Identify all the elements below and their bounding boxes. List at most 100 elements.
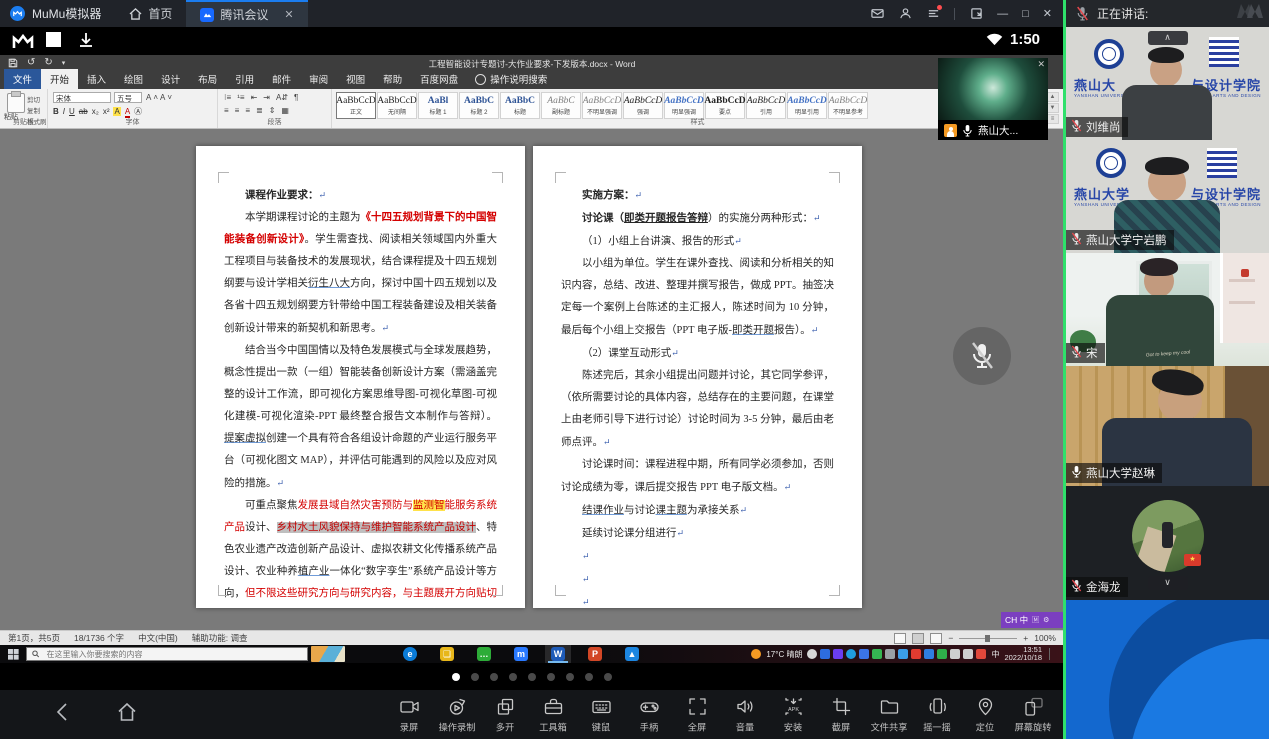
- taskbar-app-photos[interactable]: ▲: [619, 645, 645, 663]
- tool-record-screen[interactable]: 录屏: [386, 696, 432, 734]
- download-overlay-icon[interactable]: [78, 32, 94, 48]
- word-count[interactable]: 18/1736 个字: [74, 632, 124, 644]
- zoom-slider-thumb[interactable]: [985, 635, 990, 642]
- tool-multi-instance[interactable]: 多开: [482, 696, 528, 734]
- ribbon-tab-绘图[interactable]: 绘图: [115, 69, 152, 89]
- mumu-overlay-icon[interactable]: [12, 32, 34, 50]
- bold-button[interactable]: B: [53, 107, 59, 116]
- participant-tile[interactable]: ★ ∨ 金海龙: [1066, 486, 1269, 600]
- web-layout-button[interactable]: [930, 633, 942, 644]
- ime-status-badge[interactable]: CH 中 🄼 ⚙: [1001, 612, 1063, 628]
- ribbon-tab-开始[interactable]: 开始: [41, 69, 78, 89]
- text-highlight-button[interactable]: A: [113, 107, 120, 116]
- tool-rotate-screen[interactable]: 屏幕旋转: [1010, 696, 1056, 734]
- participant-tile[interactable]: 燕山大 与设计学院 YANSHAN UNIVERSITY OF ARTS AND…: [1066, 27, 1269, 140]
- carousel-dot-1[interactable]: [452, 673, 460, 681]
- style-引用[interactable]: AaBbCcD引用: [746, 92, 786, 119]
- close-icon[interactable]: ✕: [1043, 7, 1052, 20]
- tool-keyboard-mouse[interactable]: 键鼠: [578, 696, 624, 734]
- accessibility-status[interactable]: 辅助功能: 调查: [192, 632, 248, 644]
- style-标题 2[interactable]: AaBbC标题 2: [459, 92, 499, 119]
- ribbon-tab-文件[interactable]: 文件: [4, 69, 41, 89]
- taskbar-app-powerpoint[interactable]: P: [582, 645, 608, 663]
- ribbon-tab-审阅[interactable]: 审阅: [300, 69, 337, 89]
- carousel-dot-5[interactable]: [528, 673, 536, 681]
- blue-circle-app-tray-icon[interactable]: [846, 649, 856, 659]
- style-明显引用[interactable]: AaBbCcD明显引用: [787, 92, 827, 119]
- tool-toolbox[interactable]: 工具箱: [530, 696, 576, 734]
- zoom-level[interactable]: 100%: [1034, 633, 1056, 643]
- weather-text[interactable]: 17°C 晴朗: [766, 649, 802, 660]
- back-button[interactable]: [52, 701, 74, 728]
- carousel-dot-8[interactable]: [585, 673, 593, 681]
- microphone-muted-fab[interactable]: [953, 327, 1011, 385]
- style-要点[interactable]: AaBbCcD要点: [705, 92, 745, 119]
- style-不明显参考[interactable]: AaBbCcD不明显参考: [828, 92, 868, 119]
- account-icon[interactable]: [898, 7, 912, 21]
- carousel-dot-9[interactable]: [604, 673, 612, 681]
- document-page-1[interactable]: 课程作业要求：↵本学期课程讨论的主题为《十四五规划背景下的中国智能装备创新设计》…: [196, 146, 525, 608]
- zoom-out-button[interactable]: −: [948, 633, 953, 643]
- tell-me-search[interactable]: 操作说明搜索: [467, 69, 555, 89]
- phone-tray-icon[interactable]: [885, 649, 895, 659]
- tool-location[interactable]: 定位: [962, 696, 1008, 734]
- participant-tile[interactable]: 燕山大学 与设计学院 YANSHAN UNIVERSITY OF ARTS AN…: [1066, 140, 1269, 253]
- style-不明显强调[interactable]: AaBbCcD不明显强调: [582, 92, 622, 119]
- align-center-button[interactable]: ≡: [235, 106, 240, 115]
- tool-install-apk[interactable]: APK安装: [770, 696, 816, 734]
- ribbon-tab-布局[interactable]: 布局: [189, 69, 226, 89]
- tool-action-record[interactable]: 操作录制: [434, 696, 480, 734]
- ribbon-tab-视图[interactable]: 视图: [337, 69, 374, 89]
- superscript-button[interactable]: x²: [103, 107, 110, 116]
- taskbar-search[interactable]: [26, 647, 308, 661]
- line-spacing-button[interactable]: ⇕: [269, 106, 276, 115]
- justify-button[interactable]: ≣: [256, 106, 263, 115]
- read-mode-button[interactable]: [894, 633, 906, 644]
- tool-gamepad[interactable]: 手柄: [626, 696, 672, 734]
- style-无间隔[interactable]: AaBbCcD无间隔: [377, 92, 417, 119]
- green-shield-tray-icon[interactable]: [937, 649, 947, 659]
- tab-home[interactable]: 首页: [115, 0, 186, 27]
- tool-shake[interactable]: 摇一摇: [914, 696, 960, 734]
- zoom-slider[interactable]: [959, 638, 1017, 639]
- mail-icon[interactable]: [870, 7, 884, 21]
- font-size-combobox[interactable]: 五号: [114, 92, 142, 103]
- collapse-panel-button[interactable]: ∧: [1148, 31, 1188, 45]
- style-强调[interactable]: AaBbCcD强调: [623, 92, 663, 119]
- carousel-dot-2[interactable]: [471, 673, 479, 681]
- ribbon-tab-邮件[interactable]: 邮件: [263, 69, 300, 89]
- font-grow-shrink-icons[interactable]: A˄A˅: [146, 93, 174, 102]
- red-mail-tray-icon[interactable]: [911, 649, 921, 659]
- language-indicator[interactable]: 中文(中国): [138, 632, 178, 644]
- tool-screenshot[interactable]: 截屏: [818, 696, 864, 734]
- taskbar-clock[interactable]: 13:51 2022/10/18: [1004, 646, 1042, 662]
- show-desktop-button[interactable]: [1049, 648, 1058, 660]
- ribbon-tab-引用[interactable]: 引用: [226, 69, 263, 89]
- weather-icon[interactable]: [751, 649, 761, 659]
- character-shading-button[interactable]: Ⓐ: [134, 106, 142, 117]
- page-indicator[interactable]: 第1页，共5页: [8, 632, 60, 644]
- start-button[interactable]: [0, 645, 26, 663]
- tool-file-share[interactable]: 文件共享: [866, 696, 912, 734]
- taskbar-app-wechat[interactable]: …: [471, 645, 497, 663]
- blue-app-tray-icon[interactable]: [820, 649, 830, 659]
- minimize-icon[interactable]: —: [997, 8, 1008, 20]
- home-button[interactable]: [116, 701, 138, 728]
- display-tray-icon[interactable]: [950, 649, 960, 659]
- bullets-button[interactable]: ⁝≡: [224, 93, 231, 102]
- cut-button[interactable]: 剪切: [27, 94, 47, 104]
- italic-button[interactable]: I: [63, 107, 65, 116]
- taskbar-app-mumu[interactable]: m: [508, 645, 534, 663]
- copy-button[interactable]: 复制: [27, 105, 47, 115]
- alert-red-tray-icon[interactable]: [976, 649, 986, 659]
- expand-panel-button[interactable]: ∨: [1148, 576, 1188, 590]
- window-resize-icon[interactable]: [969, 7, 983, 21]
- carousel-dot-3[interactable]: [490, 673, 498, 681]
- sort-button[interactable]: A⇵: [276, 93, 288, 102]
- menu-icon[interactable]: [926, 7, 940, 21]
- blue-app-2-tray-icon[interactable]: [859, 649, 869, 659]
- style-明显强调[interactable]: AaBbCcD明显强调: [664, 92, 704, 119]
- volume-tray-icon[interactable]: [963, 649, 973, 659]
- style-标题[interactable]: AaBbC标题: [500, 92, 540, 119]
- close-icon[interactable]: ✕: [1037, 59, 1045, 70]
